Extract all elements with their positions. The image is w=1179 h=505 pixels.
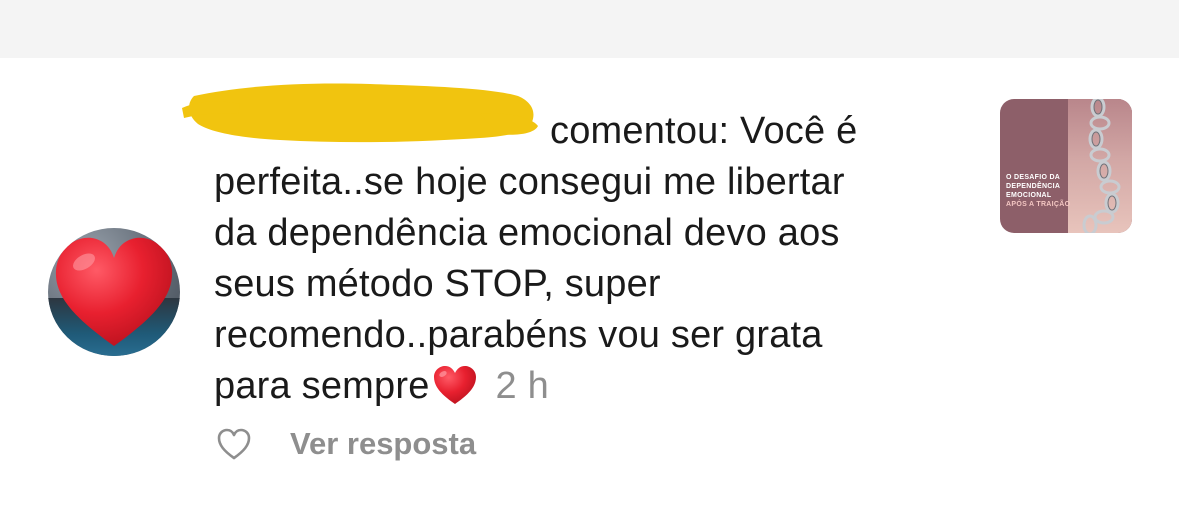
- post-thumbnail[interactable]: O DESAFIO DA DEPENDÊNCIA EMOCIONAL APÓS …: [1000, 99, 1132, 233]
- comment-line: perfeita..se hoje consegui me libertar: [214, 161, 845, 203]
- comment-last-line: para sempre 2 h: [214, 361, 974, 412]
- chain-icon: [1082, 99, 1121, 233]
- top-bar: [0, 0, 1179, 58]
- comment-line: recomendo..parabéns vou ser grata: [214, 314, 823, 356]
- thumbnail-caption-line: DEPENDÊNCIA: [1006, 183, 1061, 190]
- red-heart-emoji-icon: [433, 366, 476, 404]
- comment-line: para sempre: [214, 365, 430, 407]
- comment-line: da dependência emocional devo aos: [214, 212, 840, 254]
- view-reply-link[interactable]: Ver resposta: [290, 426, 476, 462]
- thumbnail-caption-line: O DESAFIO DA: [1006, 174, 1061, 181]
- comment-actions: Ver resposta: [216, 424, 476, 464]
- comment-line: comentou: Você é: [550, 110, 858, 152]
- heart-sticker-icon: [55, 237, 173, 346]
- comment-timestamp: 2 h: [495, 365, 549, 407]
- avatar[interactable]: [48, 228, 180, 356]
- comment-text: comentou: Você é perfeita..se hoje conse…: [214, 106, 974, 412]
- thumbnail-caption-line: EMOCIONAL: [1006, 192, 1052, 199]
- heart-outline-icon[interactable]: [216, 427, 252, 461]
- comment-line: seus método STOP, super: [214, 263, 661, 305]
- thumbnail-caption-line: APÓS A TRAIÇÃO: [1006, 201, 1071, 208]
- thumbnail-caption: O DESAFIO DA DEPENDÊNCIA EMOCIONAL APÓS …: [1006, 173, 1096, 209]
